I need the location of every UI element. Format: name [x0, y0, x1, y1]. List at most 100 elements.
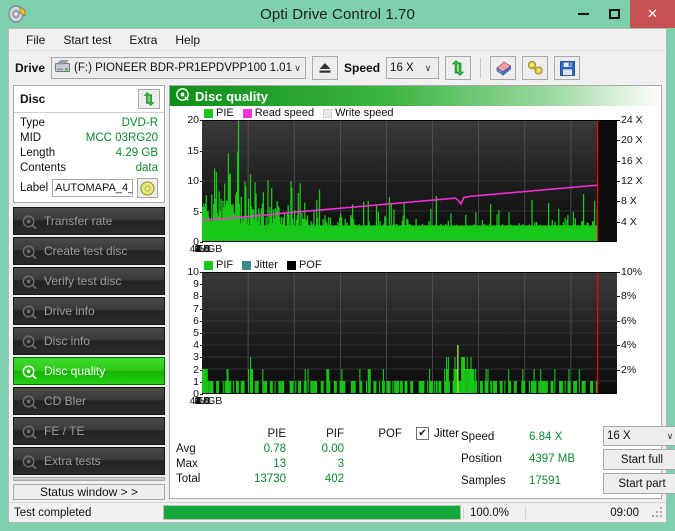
- test-speed-select[interactable]: 16 X ∨: [603, 426, 675, 446]
- close-button[interactable]: ✕: [630, 0, 675, 28]
- disc-info-rows: Type DVD-R MID MCC 03RG20 Length 4.29 GB: [14, 113, 164, 202]
- legend-item-jitter: Jitter: [242, 259, 278, 271]
- y-tick-label: 12 X: [617, 175, 643, 187]
- drive-icon: [55, 60, 71, 76]
- axis-gutter-right: [202, 394, 244, 410]
- y-tick-label: 8%: [617, 290, 636, 302]
- app-window: Opti Drive Control 1.70 ✕ File Start tes…: [0, 0, 675, 531]
- row-value: data: [135, 162, 158, 174]
- sidebar-item-cd-bler[interactable]: CD Bler: [13, 387, 165, 415]
- sidebar-item-transfer-rate[interactable]: Transfer rate: [13, 207, 165, 235]
- disc-test-icon: [22, 244, 37, 259]
- status-window-button[interactable]: Status window > >: [13, 484, 165, 500]
- disc-info-row-mid: MID MCC 03RG20: [20, 131, 158, 146]
- progress-cell: [161, 505, 463, 520]
- jitter-checkbox[interactable]: ✔: [416, 427, 429, 440]
- label-key: Label: [20, 182, 49, 194]
- tick-mark: [617, 345, 620, 347]
- menu-help[interactable]: Help: [166, 31, 209, 49]
- sidebar: Disc Type DVD-R MID MCC 03RG20 Length 4.…: [13, 85, 165, 502]
- tick-mark: [617, 221, 620, 223]
- pif-plot-wrap: 10 9 8 7 6 5 4 3 2 1 0 10% 8% 6% 4% 2%: [172, 266, 659, 400]
- y-tick-label: 5: [193, 327, 203, 339]
- stats-col-pif: PIF: [326, 427, 344, 440]
- chevron-down-icon[interactable]: ∨: [420, 63, 436, 74]
- y-tick-label: 5: [193, 206, 203, 218]
- sidebar-item-extra-tests[interactable]: Extra tests: [13, 447, 165, 475]
- menu-extra[interactable]: Extra: [120, 31, 166, 49]
- tools-icon: [527, 61, 543, 75]
- y-tick-label: 6%: [617, 315, 636, 327]
- y-tick-label: 20 X: [617, 134, 643, 146]
- menu-start-test[interactable]: Start test: [54, 31, 120, 49]
- speed-select[interactable]: 16 X ∨: [386, 57, 440, 79]
- y-tick-label: 4: [193, 339, 203, 351]
- erase-button[interactable]: [490, 56, 517, 80]
- grip-dot: [656, 510, 658, 513]
- sidebar-item-verify-test-disc[interactable]: Verify test disc: [13, 267, 165, 295]
- minimize-button[interactable]: [568, 0, 599, 28]
- pif-y-axis-right: 10% 8% 6% 4% 2%: [617, 266, 659, 394]
- pie-plot[interactable]: [202, 120, 617, 242]
- status-bar: Test completed 100.0% 09:00: [9, 502, 666, 522]
- menu-file[interactable]: File: [17, 31, 54, 49]
- sidebar-item-drive-info[interactable]: Drive info: [13, 297, 165, 325]
- floppy-save-icon: [559, 60, 575, 76]
- legend-label: Write speed: [335, 107, 394, 119]
- maximize-button[interactable]: [599, 0, 630, 28]
- y-tick-label: 10: [187, 266, 203, 278]
- sidebar-item-label: FE / TE: [44, 424, 85, 438]
- disc-refresh-button[interactable]: [138, 89, 160, 109]
- start-part-button[interactable]: Start part: [603, 473, 675, 494]
- y-tick-label: 10: [187, 175, 203, 187]
- stats-cell-pif: 0.00: [321, 442, 344, 455]
- row-value: 4.29 GB: [115, 147, 158, 159]
- refresh-button[interactable]: [445, 56, 472, 80]
- drive-select[interactable]: (F:) PIONEER BDR-PR1EPDVPP100 1.01 ∨: [51, 57, 307, 79]
- chevron-down-icon[interactable]: ∨: [662, 431, 675, 442]
- progress-percent: 100.0%: [463, 506, 525, 519]
- jitter-toggle[interactable]: ✔ Jitter: [416, 427, 459, 440]
- tick-mark: [617, 160, 620, 162]
- drive-label: Drive: [15, 61, 46, 75]
- sidebar-item-create-test-disc[interactable]: Create test disc: [13, 237, 165, 265]
- pif-plot[interactable]: [202, 272, 617, 394]
- y-tick-label: 2: [193, 364, 203, 376]
- stats-header-row: PIE PIF POF ✔ Jitter: [176, 426, 461, 441]
- label-input[interactable]: AUTOMAPA_4_: [52, 179, 134, 197]
- disc-info-row-length: Length 4.29 GB: [20, 146, 158, 161]
- y-tick-label: 4 X: [617, 216, 637, 228]
- charts-area: PIE Read speed Write speed 20 15 10 5 0 …: [170, 106, 661, 423]
- pie-y-axis-left: 20 15 10 5 0: [172, 114, 203, 248]
- caption-buttons: ✕: [568, 0, 675, 28]
- sidebar-item-fe-te[interactable]: FE / TE: [13, 417, 165, 445]
- legend-swatch: [204, 108, 213, 118]
- summary-buttons: 16 X ∨ Start full Start part: [603, 426, 675, 494]
- sidebar-item-label: Verify test disc: [44, 274, 122, 288]
- title-bar: Opti Drive Control 1.70 ✕: [0, 0, 675, 28]
- y-tick-label: 8 X: [617, 195, 637, 207]
- grip-dot: [660, 514, 662, 517]
- tick-mark: [617, 181, 620, 182]
- samples-label: Samples: [461, 475, 506, 487]
- sidebar-item-disc-info[interactable]: Disc info: [13, 327, 165, 355]
- menu-bar: File Start test Extra Help: [9, 29, 666, 51]
- resize-grip[interactable]: [649, 506, 663, 520]
- tick-mark: [617, 201, 620, 203]
- sidebar-item-label: Disc quality: [44, 364, 106, 378]
- stats-cell-pie: 13730: [254, 472, 286, 485]
- row-key: Contents: [20, 162, 67, 174]
- tools-button[interactable]: [522, 56, 549, 80]
- save-button[interactable]: [554, 56, 581, 80]
- disc-test-icon: [22, 214, 37, 229]
- disc-label-button[interactable]: [137, 178, 158, 198]
- y-tick-label: 3: [193, 351, 203, 363]
- disc-panel-header: Disc: [14, 86, 164, 113]
- eject-button[interactable]: [312, 56, 339, 80]
- y-tick-label: 7: [193, 303, 203, 315]
- start-full-button[interactable]: Start full: [603, 449, 675, 470]
- disc-test-icon: [22, 454, 37, 469]
- refresh-icon: [143, 92, 155, 106]
- sidebar-item-disc-quality[interactable]: Disc quality: [13, 357, 165, 385]
- chevron-down-icon[interactable]: ∨: [292, 63, 303, 74]
